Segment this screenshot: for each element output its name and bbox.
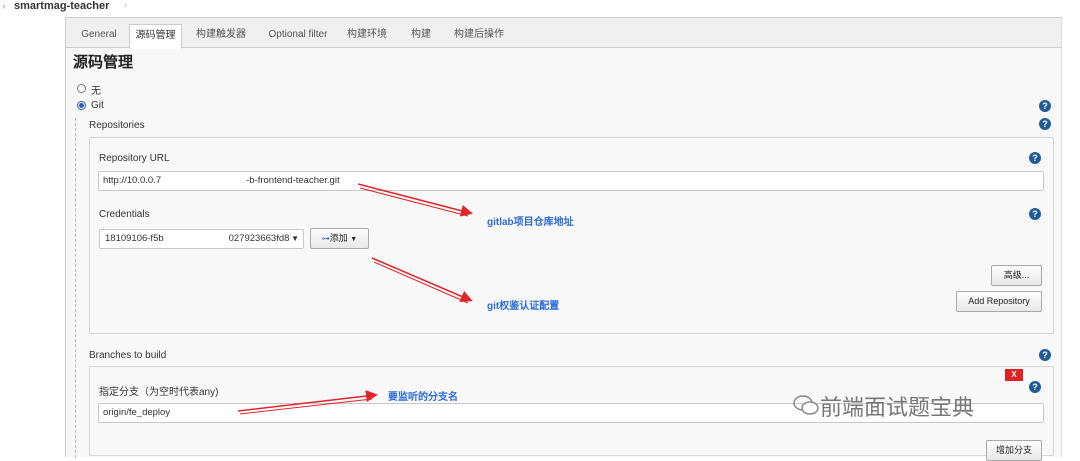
arrow-to-auth-note-shadow: [373, 261, 469, 304]
auth-annotation: git权鉴认证配置: [487, 301, 560, 312]
arrow-to-branch-note-shadow: [239, 398, 373, 415]
branch-annotation: 要监听的分支名: [388, 392, 458, 403]
wechat-icon: [793, 395, 819, 415]
arrow-to-branch-note: [237, 390, 378, 412]
arrow-to-auth-note: [371, 257, 473, 302]
arrow-to-gitlab-note-shadow: [359, 187, 469, 217]
watermark-text: 前端面试题宝典: [820, 395, 975, 420]
gitlab-annotation: gitlab项目仓库地址: [487, 217, 574, 228]
arrow-to-gitlab-note: [357, 183, 473, 217]
